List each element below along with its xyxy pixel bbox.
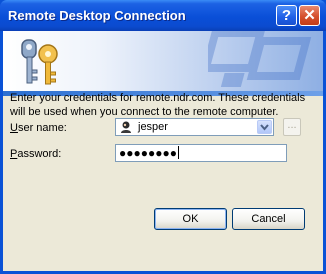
title-bar[interactable]: Remote Desktop Connection ? ✕	[0, 0, 326, 31]
chevron-down-icon	[260, 124, 269, 131]
dialog-window: Remote Desktop Connection ? ✕ Enter your…	[0, 0, 326, 274]
browse-button[interactable]: ...	[283, 118, 301, 136]
username-combobox[interactable]: jesper	[115, 118, 274, 136]
username-value: jesper	[138, 121, 168, 133]
username-label: User name:	[10, 122, 67, 134]
text-caret	[177, 146, 179, 159]
help-button[interactable]: ?	[276, 5, 297, 26]
close-button[interactable]: ✕	[299, 5, 320, 26]
instructions-text: Enter your credentials for remote.ndr.co…	[10, 92, 306, 118]
banner	[3, 31, 323, 91]
password-value: ●●●●●●●●	[119, 146, 179, 160]
computer-watermark-icon	[208, 31, 312, 87]
cancel-button[interactable]: Cancel	[232, 208, 305, 230]
password-label: Password:	[10, 148, 62, 160]
dropdown-button[interactable]	[257, 120, 272, 134]
user-icon	[121, 121, 131, 133]
password-field[interactable]: ●●●●●●●●	[115, 144, 287, 162]
ok-button[interactable]: OK	[154, 208, 227, 230]
window-title: Remote Desktop Connection	[8, 8, 186, 23]
keys-icon	[21, 39, 58, 85]
